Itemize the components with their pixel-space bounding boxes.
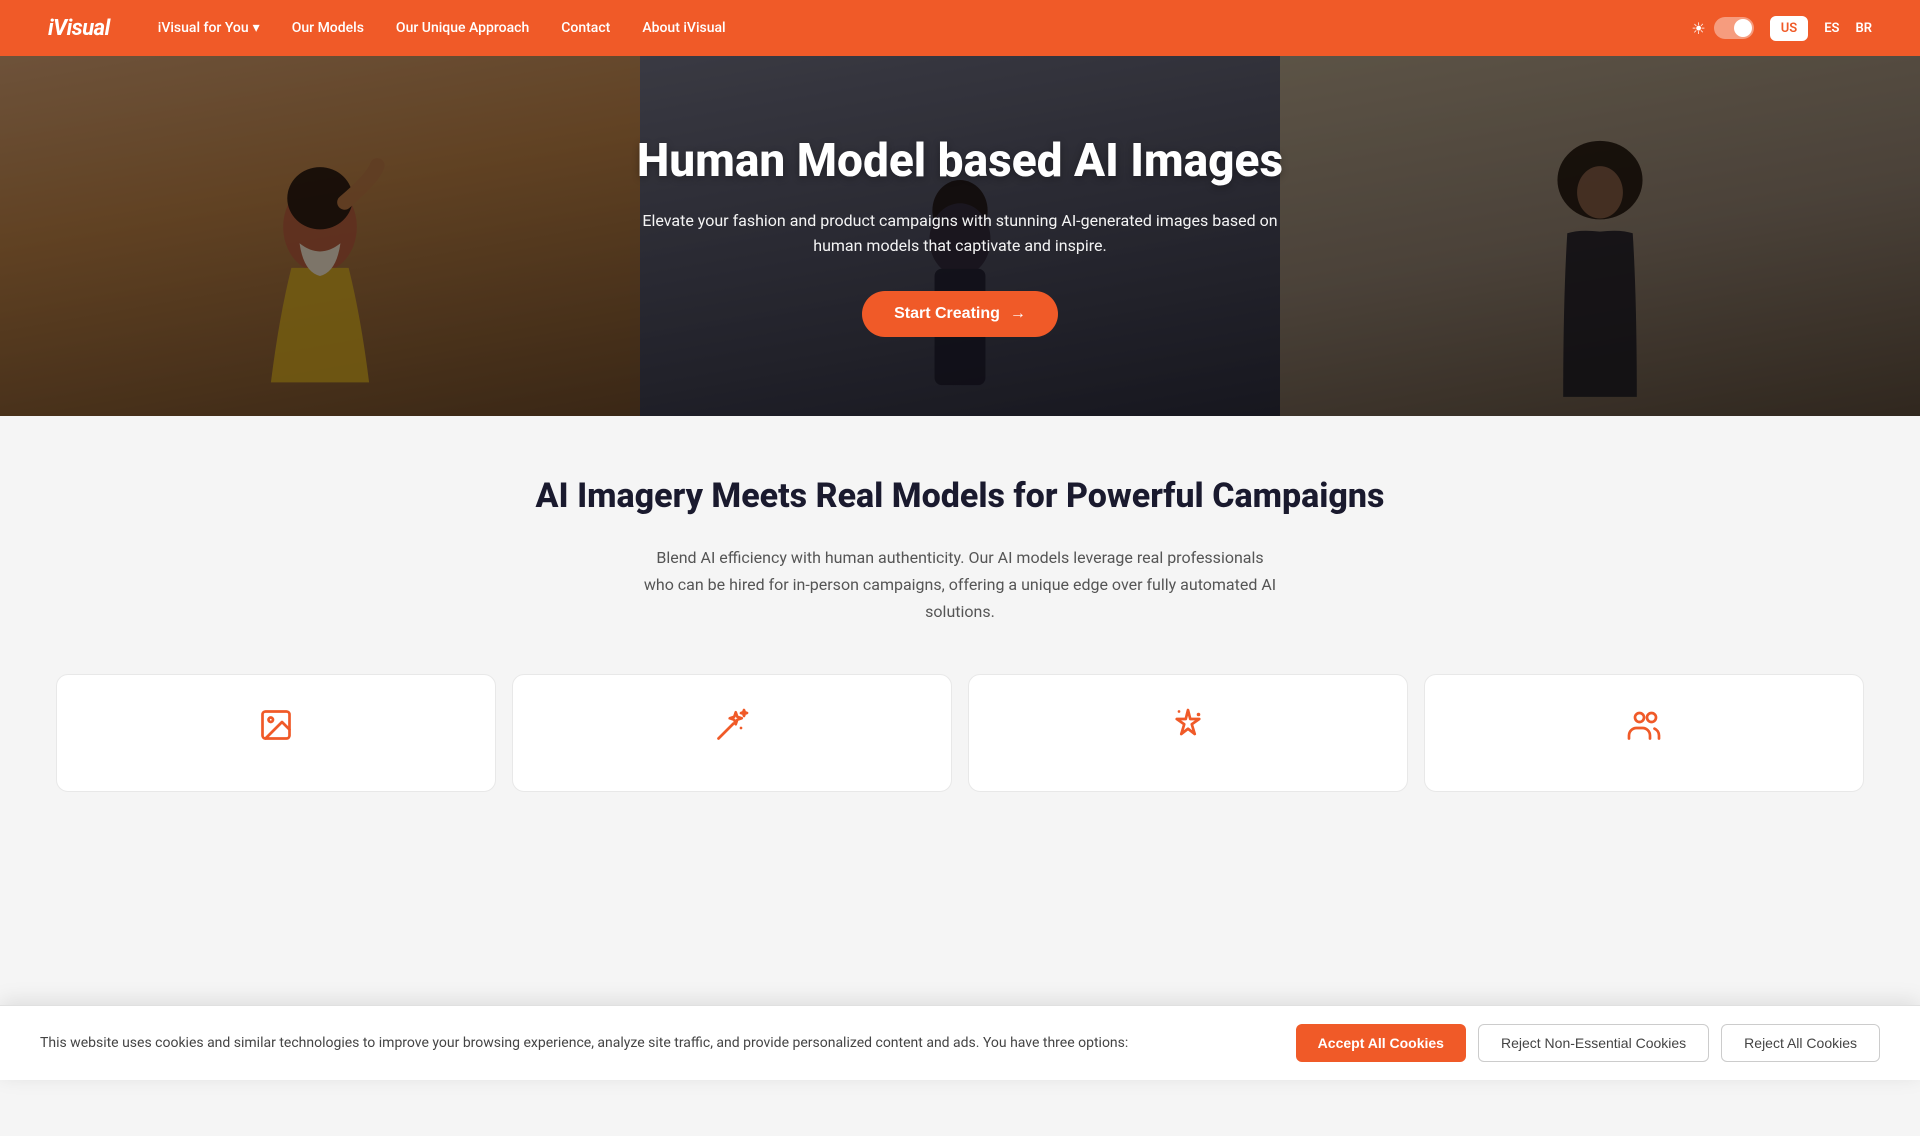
- feature-card-1: [512, 674, 952, 792]
- section2: AI Imagery Meets Real Models for Powerfu…: [0, 416, 1920, 832]
- magic-wand-icon: [537, 707, 927, 751]
- lang-button-br[interactable]: BR: [1855, 21, 1872, 36]
- dark-mode-toggle[interactable]: [1714, 17, 1754, 39]
- nav-link-our-models[interactable]: Our Models: [292, 20, 364, 36]
- nav-link-unique-approach[interactable]: Our Unique Approach: [396, 20, 529, 36]
- sun-icon: ☀: [1691, 19, 1705, 38]
- nav-link-ivisual-for-you[interactable]: iVisual for You ▾: [158, 20, 260, 36]
- cta-label: Start Creating: [894, 305, 1000, 323]
- feature-card-3: [1424, 674, 1864, 792]
- sparkle-icon: [993, 707, 1383, 751]
- section2-text: Blend AI efficiency with human authentic…: [640, 544, 1280, 626]
- features-row: [0, 674, 1920, 792]
- section2-title: AI Imagery Meets Real Models for Powerfu…: [48, 476, 1872, 516]
- accept-all-cookies-button[interactable]: Accept All Cookies: [1296, 1024, 1466, 1062]
- image-icon: [81, 707, 471, 751]
- cookie-text: This website uses cookies and similar te…: [40, 1033, 1264, 1054]
- people-icon: [1449, 707, 1839, 751]
- chevron-down-icon: ▾: [253, 20, 260, 36]
- reject-all-cookies-button[interactable]: Reject All Cookies: [1721, 1024, 1880, 1062]
- nav-link-contact[interactable]: Contact: [561, 20, 610, 36]
- lang-button-es[interactable]: ES: [1824, 21, 1839, 36]
- hero-content: Human Model based AI Images Elevate your…: [610, 135, 1310, 337]
- start-creating-button[interactable]: Start Creating →: [862, 291, 1058, 337]
- feature-card-2: [968, 674, 1408, 792]
- hero-title: Human Model based AI Images: [634, 135, 1286, 188]
- navbar: iVisual iVisual for You ▾ Our Models Our…: [0, 0, 1920, 56]
- hero-subtitle: Elevate your fashion and product campaig…: [634, 208, 1286, 259]
- theme-toggle[interactable]: ☀: [1691, 17, 1753, 39]
- nav-link-about[interactable]: About iVisual: [642, 20, 725, 36]
- nav-right: ☀ US ES BR: [1691, 16, 1872, 41]
- lang-button-us[interactable]: US: [1770, 16, 1808, 41]
- nav-links: iVisual for You ▾ Our Models Our Unique …: [158, 20, 1692, 36]
- reject-non-essential-button[interactable]: Reject Non-Essential Cookies: [1478, 1024, 1709, 1062]
- toggle-knob: [1734, 19, 1752, 37]
- site-logo[interactable]: iVisual: [48, 16, 110, 41]
- feature-card-0: [56, 674, 496, 792]
- arrow-icon: →: [1010, 305, 1026, 323]
- cookie-banner: This website uses cookies and similar te…: [0, 1005, 1920, 1080]
- hero-section: Human Model based AI Images Elevate your…: [0, 56, 1920, 416]
- cookie-buttons: Accept All Cookies Reject Non-Essential …: [1296, 1024, 1880, 1062]
